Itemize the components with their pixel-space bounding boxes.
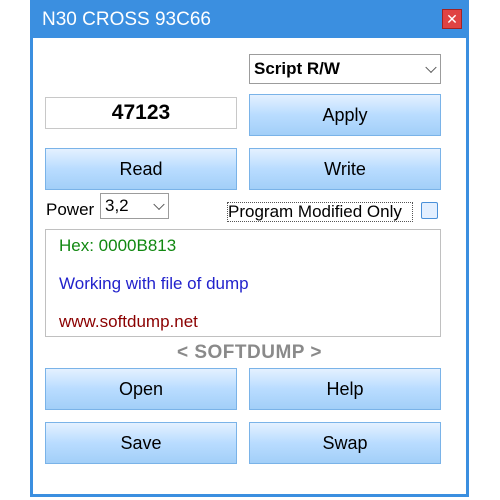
power-label: Power [46, 200, 95, 219]
open-button[interactable]: Open [45, 368, 237, 410]
close-button[interactable]: ✕ [442, 9, 462, 29]
program-modified-only-label[interactable]: Program Modified Only [227, 202, 413, 222]
read-button[interactable]: Read [45, 148, 237, 190]
help-button[interactable]: Help [249, 368, 441, 410]
client-area: Script R/W 47123 Apply Read Write Power … [33, 38, 466, 494]
title-bar[interactable]: N30 CROSS 93C66 ✕ [30, 0, 469, 38]
save-button[interactable]: Save [45, 422, 237, 464]
power-select-value: 3,2 [105, 196, 129, 215]
app-window: N30 CROSS 93C66 ✕ Script R/W 47123 Apply… [30, 0, 469, 497]
swap-button[interactable]: Swap [249, 422, 441, 464]
write-button[interactable]: Write [249, 148, 441, 190]
apply-button[interactable]: Apply [249, 94, 441, 136]
mode-select[interactable]: Script R/W [249, 54, 441, 84]
website-url: www.softdump.net [59, 312, 198, 331]
mode-select-value: Script R/W [254, 59, 340, 78]
chevron-down-icon [425, 61, 437, 74]
program-modified-only-checkbox[interactable] [421, 202, 438, 219]
hex-value: Hex: 0000B813 [59, 236, 177, 255]
value-field[interactable]: 47123 [45, 97, 237, 129]
chevron-down-icon [153, 198, 165, 211]
info-panel: Hex: 0000B813 Working with file of dump … [45, 229, 441, 337]
brand-label: < SOFTDUMP > [176, 342, 322, 363]
status-message: Working with file of dump [59, 274, 249, 293]
close-icon: ✕ [446, 11, 458, 27]
power-select[interactable]: 3,2 [100, 193, 169, 219]
window-title: N30 CROSS 93C66 [42, 9, 211, 30]
